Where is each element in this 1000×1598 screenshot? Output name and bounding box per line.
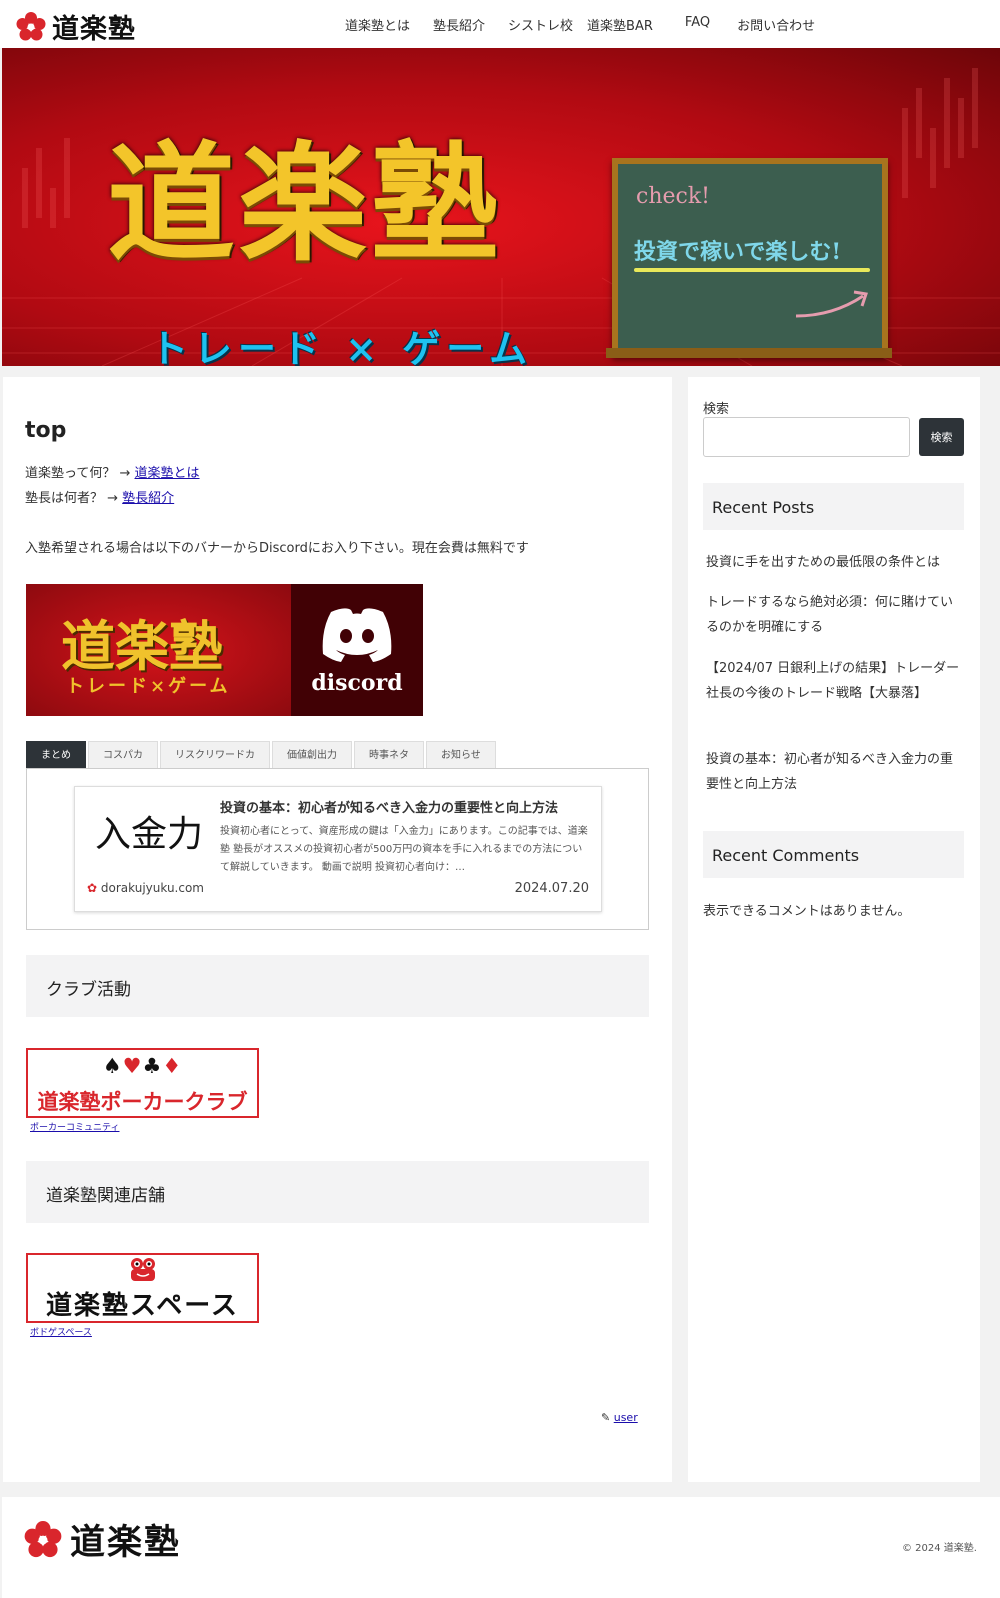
article-date: 2024.07.20: [514, 881, 589, 896]
tab-news[interactable]: お知らせ: [426, 741, 496, 768]
flower-favicon-icon: ✿: [87, 881, 98, 895]
search-input[interactable]: [703, 417, 910, 457]
boardgame-space-banner[interactable]: 道楽塾スペース: [26, 1253, 259, 1323]
search-button[interactable]: 検索: [919, 418, 964, 456]
headmaster-link[interactable]: 塾長紹介: [122, 491, 174, 506]
intro-question-2: 塾長は何者？ →: [25, 491, 123, 506]
category-tabs: まとめ コスパカ リスクリワードカ 価値創出力 時事ネタ お知らせ: [26, 741, 498, 768]
join-instructions: 入塾希望される場合は以下のバナーからDiscordにお入り下さい。現在会費は無料…: [25, 541, 529, 556]
boardgame-space-name: 道楽塾スペース: [46, 1291, 239, 1321]
tab-current-topics[interactable]: 時事ネタ: [354, 741, 424, 768]
discord-banner-brand: 道楽塾 トレード×ゲーム: [26, 584, 291, 716]
intro-text: 道楽塾って何？ → 道楽塾とは 塾長は何者？ → 塾長紹介: [25, 461, 200, 511]
discord-banner-logo-area: discord: [291, 584, 423, 716]
poker-community-link[interactable]: ポーカーコミュニティ: [30, 1120, 119, 1133]
nav-item-faq[interactable]: FAQ: [685, 15, 710, 34]
chalkboard-ledge: [606, 348, 892, 358]
tab-cost-performance[interactable]: コスパカ: [88, 741, 158, 768]
site-header: 道楽塾 道楽塾とは 塾長紹介 シストレ校 道楽塾BAR FAQ お問い合わせ: [0, 0, 1000, 48]
article-description: 投資初心者にとって、資産形成の鍵は「入金力」にあります。この記事では、道楽塾 塾…: [220, 826, 588, 873]
recent-post-item[interactable]: トレードするなら絶対必須：何に賭けているのかを明確にする: [706, 590, 964, 640]
discord-banner-title: 道楽塾: [61, 614, 223, 678]
recent-post-item[interactable]: 投資の基本：初心者が知るべき入金力の重要性と向上方法: [706, 747, 964, 797]
recent-post-item[interactable]: 【2024/07 日銀利上げの結果】トレーダー社長の今後のトレード戦略【大暴落】: [706, 656, 964, 706]
no-comments-text: 表示できるコメントはありません。: [703, 904, 911, 919]
hero-subtitle: トレード × ゲーム: [150, 326, 534, 366]
sidebar: 検索 検索 Recent Posts 投資に手を出すための最低限の条件とは トレ…: [688, 377, 980, 1482]
copyright: © 2024 道楽塾.: [902, 1543, 977, 1554]
board-message: 投資で稼いで楽しむ!: [634, 239, 841, 265]
search-label: 検索: [703, 402, 730, 417]
article-domain-text: dorakujyuku.com: [100, 881, 204, 895]
recent-comments-heading-box: Recent Comments: [703, 831, 964, 878]
card-suits-icon: ♠♥♣♦: [102, 1054, 183, 1078]
nav-item-about[interactable]: 道楽塾とは: [345, 15, 410, 34]
chalkboard: check! 投資で稼いで楽しむ!: [612, 158, 888, 356]
pencil-icon: ✎: [601, 1411, 611, 1424]
hero-banner: 道楽塾 トレード × ゲーム check! 投資で稼いで楽しむ!: [2, 48, 1000, 366]
board-underline: [634, 268, 870, 272]
site-footer: 道楽塾 © 2024 道楽塾.: [2, 1497, 1000, 1598]
intro-question-1: 道楽塾って何？ →: [25, 466, 135, 481]
tab-value-creation[interactable]: 価値創出力: [272, 741, 352, 768]
recent-post-item[interactable]: 投資に手を出すための最低限の条件とは: [706, 550, 964, 575]
poker-club-banner[interactable]: ♠♥♣♦ 道楽塾ポーカークラブ: [26, 1048, 259, 1118]
frog-mascot-icon: [131, 1258, 155, 1281]
nav-item-systrade[interactable]: シストレ校: [508, 15, 573, 34]
author-link[interactable]: user: [614, 1411, 638, 1424]
nav-item-bar[interactable]: 道楽塾BAR: [587, 15, 653, 34]
tab-summary[interactable]: まとめ: [26, 741, 86, 768]
store-heading-box: 道楽塾関連店舗: [26, 1161, 649, 1223]
post-author: ✎ user: [601, 1411, 638, 1424]
article-card[interactable]: 入金力 投資の基本：初心者が知るべき入金力の重要性と向上方法 投資初心者にとって…: [74, 786, 602, 912]
page-title: top: [25, 418, 67, 443]
main-content: top 道楽塾って何？ → 道楽塾とは 塾長は何者？ → 塾長紹介 入塾希望され…: [3, 377, 672, 1482]
club-heading-box: クラブ活動: [26, 955, 649, 1017]
site-name: 道楽塾: [52, 14, 136, 45]
board-check-text: check!: [636, 184, 711, 209]
discord-banner[interactable]: 道楽塾 トレード×ゲーム discord: [26, 584, 423, 716]
article-thumbnail: 入金力: [95, 814, 204, 855]
hero-title: 道楽塾: [107, 129, 504, 279]
discord-label: discord: [311, 670, 403, 696]
footer-site-name: 道楽塾: [70, 1522, 182, 1563]
nav-item-contact[interactable]: お問い合わせ: [737, 15, 815, 34]
recent-posts-heading: Recent Posts: [712, 498, 815, 517]
tab-risk-reward[interactable]: リスクリワードカ: [160, 741, 270, 768]
store-heading: 道楽塾関連店舗: [46, 1186, 165, 1206]
recent-posts-heading-box: Recent Posts: [703, 483, 964, 530]
flower-logo-icon: [16, 11, 46, 40]
poker-club-name: 道楽塾ポーカークラブ: [37, 1089, 248, 1114]
club-heading: クラブ活動: [46, 980, 131, 1000]
boardgame-space-link[interactable]: ボドゲスペース: [30, 1325, 92, 1338]
main-nav: 道楽塾とは 塾長紹介 シストレ校 道楽塾BAR FAQ お問い合わせ: [345, 15, 815, 34]
tab-panel: 入金力 投資の基本：初心者が知るべき入金力の重要性と向上方法 投資初心者にとって…: [26, 768, 649, 930]
article-title[interactable]: 投資の基本：初心者が知るべき入金力の重要性と向上方法: [220, 797, 558, 816]
discord-icon: [322, 608, 392, 662]
discord-banner-subtitle: トレード×ゲーム: [66, 676, 231, 697]
footer-logo[interactable]: 道楽塾: [24, 1514, 181, 1565]
site-logo[interactable]: 道楽塾: [16, 7, 136, 46]
article-domain: ✿ dorakujyuku.com: [87, 881, 204, 895]
recent-comments-heading: Recent Comments: [712, 846, 860, 865]
arrow-icon: [795, 290, 868, 318]
flower-logo-icon: [24, 1520, 62, 1557]
nav-item-headmaster[interactable]: 塾長紹介: [433, 15, 485, 34]
about-link[interactable]: 道楽塾とは: [135, 466, 200, 481]
